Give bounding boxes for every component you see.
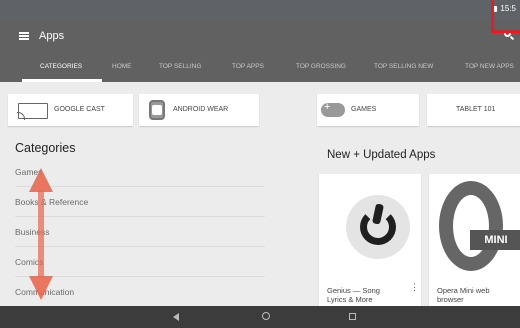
android-wear-label: ANDROID WEAR	[173, 106, 229, 113]
status-time: 15:5	[500, 4, 516, 13]
cast-icon	[17, 103, 48, 120]
tab-top-selling-new[interactable]: TOP SELLING NEW	[374, 52, 433, 82]
app-name-genius: Genius — Song Lyrics & More	[327, 286, 380, 304]
scroll-up-arrow-icon	[29, 168, 53, 192]
scroll-down-arrow-icon	[29, 276, 53, 300]
annotation-line-horizontal	[491, 30, 520, 33]
more-options-icon[interactable]: ⋮	[410, 282, 419, 293]
watch-icon	[149, 100, 165, 120]
app-card-opera-mini[interactable]: MINI Opera Mini web browser	[429, 174, 520, 306]
scroll-arrow-shaft	[38, 190, 44, 278]
category-item-business[interactable]: Business	[15, 217, 265, 247]
genius-logo-icon	[346, 195, 410, 259]
tab-top-apps[interactable]: TOP APPS	[232, 52, 264, 82]
google-cast-label: GOOGLE CAST	[54, 106, 105, 113]
category-item-comics[interactable]: Comics	[15, 247, 265, 277]
games-card[interactable]: GAMES	[317, 94, 419, 126]
status-bar: 15:5	[0, 0, 520, 20]
tab-top-new-apps[interactable]: TOP NEW APPS	[465, 52, 514, 82]
home-icon[interactable]	[262, 312, 270, 320]
mini-badge: MINI	[470, 230, 520, 250]
games-label: GAMES	[351, 106, 377, 113]
app-title: Apps	[39, 30, 65, 42]
menu-icon[interactable]	[19, 32, 29, 40]
tab-categories[interactable]: CATEGORIES	[40, 52, 82, 82]
tab-home[interactable]: HOME	[112, 52, 132, 82]
tab-bar: CATEGORIES HOME TOP SELLING TOP APPS TOP…	[0, 52, 520, 82]
app-bar: Apps	[0, 20, 520, 52]
categories-heading: Categories	[15, 141, 76, 155]
recents-icon[interactable]	[349, 313, 356, 320]
main-content: GOOGLE CAST ANDROID WEAR GAMES TABLET 10…	[0, 82, 520, 307]
tablet-101-card[interactable]: TABLET 101	[427, 94, 520, 126]
android-wear-card[interactable]: ANDROID WEAR	[139, 94, 259, 126]
tablet-101-label: TABLET 101	[456, 106, 496, 113]
app-name-opera-mini: Opera Mini web browser	[437, 286, 490, 304]
gamepad-icon	[321, 101, 345, 117]
tab-top-grossing[interactable]: TOP GROSSING	[296, 52, 346, 82]
navigation-bar	[0, 306, 520, 328]
tab-top-selling[interactable]: TOP SELLING	[159, 52, 201, 82]
app-card-genius[interactable]: Genius — Song Lyrics & More ⋮	[319, 174, 421, 306]
new-apps-heading: New + Updated Apps	[327, 149, 436, 161]
google-cast-card[interactable]: GOOGLE CAST	[8, 94, 133, 126]
status-indicators: 15:5	[492, 4, 516, 13]
back-icon[interactable]	[173, 313, 179, 321]
annotation-line-vertical	[491, 0, 494, 31]
opera-logo-icon	[439, 181, 503, 271]
